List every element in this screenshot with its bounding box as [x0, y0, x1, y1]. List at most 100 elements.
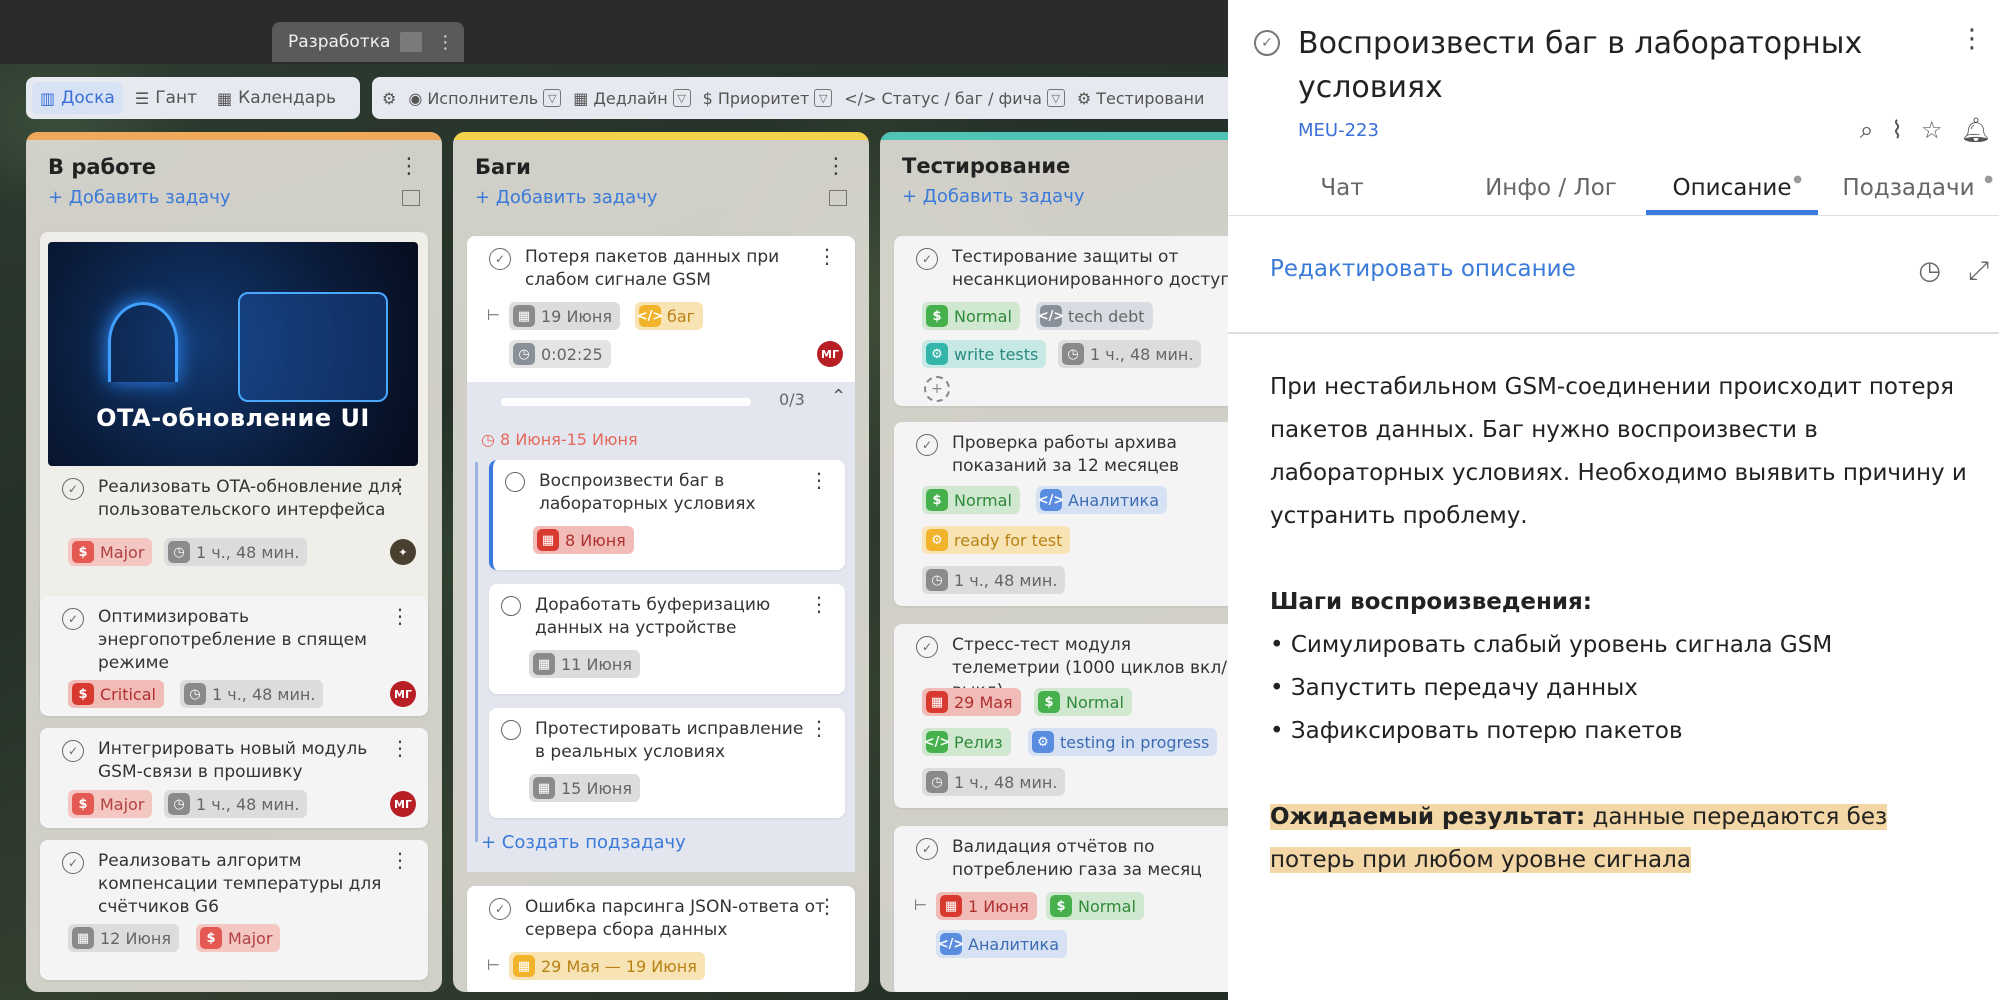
complete-checkbox-icon[interactable]: ✓ — [62, 740, 84, 762]
panel-tabs: Чат Инфо / Лог Описание ● Подзадачи ● — [1228, 160, 1999, 216]
subtask-card[interactable]: Воспроизвести баг в лабораторных условия… — [489, 460, 845, 570]
time-tag: ◷ 1 ч., 48 мин. — [922, 566, 1066, 594]
filter-testing[interactable]: ⚙ Тестировани — [1077, 89, 1205, 108]
filter-icon[interactable]: ▽ — [814, 89, 833, 107]
code-icon: </> — [844, 88, 877, 108]
avatar[interactable]: ✦ — [390, 539, 416, 565]
task-card[interactable]: ✓ Проверка работы архива показаний за 12… — [894, 422, 1230, 606]
subtasks-tree-icon[interactable]: ⊢ — [487, 306, 500, 324]
avatar[interactable]: МГ — [817, 341, 843, 367]
subtask-title: Доработать буферизацию данных на устройс… — [535, 595, 771, 638]
complete-checkbox-icon[interactable]: ✓ — [1254, 30, 1280, 56]
layout-icon[interactable] — [402, 189, 420, 206]
task-card[interactable]: ✓ Потеря пакетов данных при слабом сигна… — [467, 236, 855, 382]
complete-checkbox-icon[interactable] — [505, 472, 525, 492]
add-assignee-icon[interactable]: + — [924, 376, 950, 402]
task-card[interactable]: ✓ Ошибка парсинга JSON-ответа от сервера… — [467, 886, 855, 992]
description-intro: При нестабильном GSM-соединении происход… — [1270, 374, 1967, 529]
subtasks-tree-icon[interactable]: ⊢ — [487, 956, 500, 974]
avatar[interactable]: МГ — [390, 681, 416, 707]
calendar-icon: ▦ — [513, 955, 535, 977]
color-swatch-icon[interactable] — [400, 32, 423, 52]
filter-settings-button[interactable]: ⚙ — [382, 89, 396, 108]
date-tag: ▦ 11 Июня — [529, 650, 640, 678]
subtasks-tree-icon[interactable]: ⊢ — [914, 896, 927, 914]
more-icon[interactable]: ⋮ — [390, 474, 410, 498]
step-item: • Зафиксировать потерю пакетов — [1270, 718, 1683, 744]
search-icon[interactable]: ⌕ — [1860, 116, 1873, 144]
complete-checkbox-icon[interactable] — [501, 596, 521, 616]
filter-status[interactable]: </> Статус / баг / фича ▽ — [844, 89, 1065, 108]
more-icon[interactable]: ⋮ — [1959, 24, 1985, 54]
add-task-button[interactable]: + Добавить задачу — [475, 187, 658, 208]
filter-icon[interactable]: ▽ — [672, 89, 691, 107]
step-item: • Симулировать слабый уровень сигнала GS… — [1270, 632, 1833, 658]
collapse-icon[interactable]: ⌃ — [831, 386, 846, 407]
complete-checkbox-icon[interactable]: ✓ — [62, 852, 84, 874]
view-gantt-button[interactable]: ☰ Гант — [127, 82, 205, 114]
card-title: Потеря пакетов данных при слабом сигнале… — [525, 247, 780, 290]
more-icon[interactable]: ⋮ — [809, 468, 829, 492]
complete-checkbox-icon[interactable]: ✓ — [916, 838, 938, 860]
view-calendar-button[interactable]: ▦ Календарь — [209, 82, 344, 114]
star-icon[interactable]: ☆ — [1921, 116, 1943, 144]
view-board-button[interactable]: ▥ Доска — [32, 82, 123, 114]
create-subtask-button[interactable]: + Создать подзадачу — [481, 832, 686, 853]
dollar-icon: $ — [72, 683, 94, 705]
complete-checkbox-icon[interactable]: ✓ — [62, 608, 84, 630]
history-icon[interactable]: ◷ — [1918, 256, 1941, 286]
filter-deadline[interactable]: ▦ Дедлайн ▽ — [573, 89, 691, 108]
task-card[interactable]: ✓ Интегрировать новый модуль GSM-связи в… — [40, 728, 428, 828]
layout-icon[interactable] — [829, 189, 847, 206]
complete-checkbox-icon[interactable]: ✓ — [489, 898, 511, 920]
avatar[interactable]: МГ — [390, 791, 416, 817]
tab-description[interactable]: Описание ● — [1646, 160, 1818, 215]
subtask-card[interactable]: Протестировать исправление в реальных ус… — [489, 708, 845, 818]
more-icon[interactable]: ⋮ — [390, 736, 410, 760]
more-icon[interactable]: ⋮ — [817, 894, 837, 918]
more-icon[interactable]: ⋮ — [398, 154, 420, 179]
more-icon[interactable]: ⋮ — [390, 604, 410, 628]
tab-subtasks[interactable]: Подзадачи ● — [1818, 160, 1999, 215]
more-icon[interactable]: ⋮ — [390, 848, 410, 872]
more-icon[interactable]: ⋮ — [825, 154, 847, 179]
board-tab[interactable]: Разработка ⋮ — [272, 22, 464, 62]
add-task-button[interactable]: + Добавить задачу — [902, 186, 1085, 207]
attachment-icon[interactable]: ⌇ — [1891, 116, 1903, 144]
board-tab-label: Разработка — [288, 32, 391, 52]
timer-tag[interactable]: ◷ 0:02:25 — [509, 340, 611, 368]
task-card[interactable]: ✓ Валидация отчётов по потреблению газа … — [894, 826, 1230, 992]
more-icon[interactable]: ⋮ — [817, 244, 837, 268]
subtask-card[interactable]: Доработать буферизацию данных на устройс… — [489, 584, 845, 694]
filter-icon[interactable]: ▽ — [1046, 89, 1065, 107]
filter-bar: ⚙ ◉ Исполнитель ▽ ▦ Дедлайн ▽ $ Приоритет ▽ </… — [372, 77, 1230, 119]
complete-checkbox-icon[interactable]: ✓ — [62, 478, 84, 500]
more-icon[interactable]: ⋮ — [436, 32, 454, 53]
complete-checkbox-icon[interactable] — [501, 720, 521, 740]
complete-checkbox-icon[interactable]: ✓ — [916, 636, 938, 658]
stopwatch-icon: ◷ — [926, 569, 948, 591]
tab-info-log[interactable]: Инфо / Лог — [1456, 160, 1646, 215]
filter-assignee[interactable]: ◉ Исполнитель ▽ — [408, 89, 562, 108]
task-card[interactable]: ✓ Оптимизировать энергопотребление в спя… — [40, 596, 428, 716]
filter-priority[interactable]: $ Приоритет ▽ — [703, 89, 833, 108]
date-tag: ▦ 12 Июня — [68, 924, 179, 952]
tab-chat[interactable]: Чат — [1228, 160, 1456, 215]
filter-icon[interactable]: ▽ — [543, 89, 562, 107]
edit-description-link[interactable]: Редактировать описание — [1270, 256, 1576, 282]
complete-checkbox-icon[interactable]: ✓ — [916, 434, 938, 456]
complete-checkbox-icon[interactable]: ✓ — [916, 248, 938, 270]
task-card[interactable]: ✓ Стресс-тест модуля телеметрии (1000 ци… — [894, 624, 1230, 808]
task-card[interactable]: ✓ Тестирование защиты от несанкционирова… — [894, 236, 1230, 406]
card-title: Валидация отчётов по потреблению газа за… — [952, 837, 1202, 880]
calendar-icon: ▦ — [940, 895, 962, 917]
add-task-button[interactable]: + Добавить задачу — [48, 187, 231, 208]
expand-icon[interactable]: ⤢ — [1968, 256, 1989, 287]
task-id[interactable]: MEU-223 — [1298, 120, 1379, 141]
more-icon[interactable]: ⋮ — [809, 716, 829, 740]
task-card[interactable]: ✓ Реализовать алгоритм компенсации темпе… — [40, 840, 428, 980]
complete-checkbox-icon[interactable]: ✓ — [489, 248, 511, 270]
more-icon[interactable]: ⋮ — [809, 592, 829, 616]
bell-icon[interactable]: 🔔︎ — [1961, 116, 1991, 144]
date-tag: ▦ 29 Мая — 19 Июня — [509, 952, 705, 980]
